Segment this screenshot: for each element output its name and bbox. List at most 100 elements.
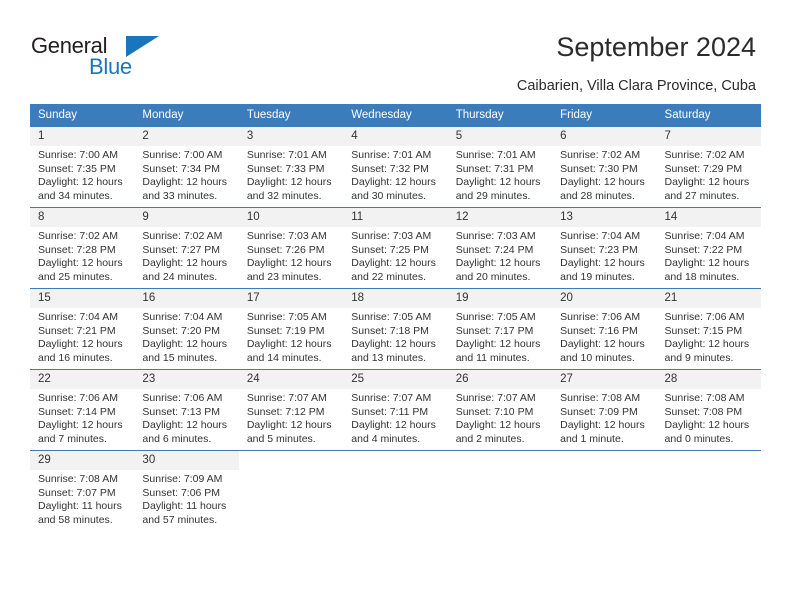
sunrise-text: Sunrise: 7:02 AM [142, 230, 223, 242]
day-info: Sunrise: 7:00 AM Sunset: 7:34 PM Dayligh… [134, 146, 238, 203]
day-number: 27 [552, 370, 657, 389]
day-number: 2 [134, 127, 239, 146]
day-cell[interactable]: 12 Sunrise: 7:03 AM Sunset: 7:24 PM Dayl… [447, 207, 553, 289]
day-cell[interactable]: 13 Sunrise: 7:04 AM Sunset: 7:23 PM Dayl… [552, 207, 657, 289]
sunset-text: Sunset: 7:06 PM [142, 486, 221, 499]
sunset-text: Sunset: 7:25 PM [351, 243, 429, 256]
sunrise-text: Sunrise: 7:06 AM [142, 392, 223, 404]
day-cell[interactable]: 10 Sunrise: 7:03 AM Sunset: 7:26 PM Dayl… [238, 207, 344, 289]
daylight-text-line2: and 58 minutes. [38, 513, 113, 526]
sunset-text: Sunset: 7:31 PM [455, 162, 534, 175]
day-number: 24 [238, 370, 344, 389]
page-title: September 2024 [556, 32, 756, 62]
sunrise-text: Sunrise: 7:06 AM [560, 311, 641, 323]
daylight-text-line1: Daylight: 12 hours [664, 176, 750, 189]
daylight-text-line1: Daylight: 12 hours [142, 419, 228, 432]
day-number [552, 451, 657, 470]
day-cell[interactable]: 28 Sunrise: 7:08 AM Sunset: 7:08 PM Dayl… [656, 369, 761, 451]
day-cell[interactable]: 15 Sunrise: 7:04 AM Sunset: 7:21 PM Dayl… [30, 288, 135, 370]
day-cell[interactable]: 19 Sunrise: 7:05 AM Sunset: 7:17 PM Dayl… [447, 288, 553, 370]
day-cell[interactable]: 18 Sunrise: 7:05 AM Sunset: 7:18 PM Dayl… [343, 288, 448, 370]
day-cell[interactable]: 26 Sunrise: 7:07 AM Sunset: 7:10 PM Dayl… [447, 369, 553, 451]
day-number: 29 [30, 451, 135, 470]
daylight-text-line2: and 19 minutes. [560, 270, 635, 283]
day-cell[interactable]: 14 Sunrise: 7:04 AM Sunset: 7:22 PM Dayl… [656, 207, 761, 289]
day-info: Sunrise: 7:01 AM Sunset: 7:32 PM Dayligh… [343, 146, 447, 203]
calendar-body: 1 Sunrise: 7:00 AM Sunset: 7:35 PM Dayli… [30, 126, 761, 531]
daylight-text-line2: and 27 minutes. [664, 189, 740, 202]
day-cell[interactable]: 11 Sunrise: 7:03 AM Sunset: 7:25 PM Dayl… [343, 207, 448, 289]
day-cell[interactable]: 17 Sunrise: 7:05 AM Sunset: 7:19 PM Dayl… [238, 288, 344, 370]
weekday-header-wednesday: Wednesday [343, 104, 448, 127]
day-cell[interactable]: 25 Sunrise: 7:07 AM Sunset: 7:11 PM Dayl… [343, 369, 448, 451]
sunset-text: Sunset: 7:18 PM [351, 324, 429, 337]
daylight-text-line1: Daylight: 12 hours [38, 419, 123, 432]
day-number: 23 [134, 370, 239, 389]
day-cell[interactable]: 16 Sunrise: 7:04 AM Sunset: 7:20 PM Dayl… [134, 288, 239, 370]
day-cell[interactable]: 29 Sunrise: 7:08 AM Sunset: 7:07 PM Dayl… [30, 450, 135, 531]
daylight-text-line1: Daylight: 12 hours [455, 338, 541, 351]
day-cell[interactable]: 20 Sunrise: 7:06 AM Sunset: 7:16 PM Dayl… [552, 288, 657, 370]
daylight-text-line2: and 0 minutes. [664, 432, 734, 445]
day-number: 4 [343, 127, 448, 146]
daylight-text-line1: Daylight: 12 hours [142, 338, 228, 351]
page-location: Caibarien, Villa Clara Province, Cuba [516, 78, 756, 94]
brand-logo[interactable]: General Blue [31, 33, 211, 85]
day-cell[interactable]: 5 Sunrise: 7:01 AM Sunset: 7:31 PM Dayli… [447, 126, 553, 208]
sunset-text: Sunset: 7:30 PM [560, 162, 638, 175]
sunrise-text: Sunrise: 7:00 AM [142, 149, 223, 161]
day-info: Sunrise: 7:05 AM Sunset: 7:18 PM Dayligh… [343, 308, 447, 365]
day-cell[interactable]: 22 Sunrise: 7:06 AM Sunset: 7:14 PM Dayl… [30, 369, 135, 451]
sunset-text: Sunset: 7:24 PM [455, 243, 534, 256]
day-cell-empty [447, 450, 553, 531]
sunset-text: Sunset: 7:34 PM [142, 162, 221, 175]
day-cell[interactable]: 23 Sunrise: 7:06 AM Sunset: 7:13 PM Dayl… [134, 369, 239, 451]
sunset-text: Sunset: 7:11 PM [351, 405, 429, 418]
sunrise-text: Sunrise: 7:08 AM [664, 392, 745, 404]
weekday-header-sunday: Sunday [30, 104, 135, 127]
sunrise-text: Sunrise: 7:04 AM [142, 311, 223, 323]
day-cell[interactable]: 3 Sunrise: 7:01 AM Sunset: 7:33 PM Dayli… [238, 126, 344, 208]
day-info: Sunrise: 7:02 AM Sunset: 7:28 PM Dayligh… [30, 227, 134, 284]
daylight-text-line2: and 16 minutes. [38, 351, 113, 364]
day-cell[interactable]: 6 Sunrise: 7:02 AM Sunset: 7:30 PM Dayli… [552, 126, 657, 208]
weekday-header-monday: Monday [134, 104, 239, 127]
sunrise-text: Sunrise: 7:06 AM [38, 392, 118, 404]
sunset-text: Sunset: 7:21 PM [38, 324, 116, 337]
day-info: Sunrise: 7:02 AM Sunset: 7:30 PM Dayligh… [552, 146, 656, 203]
daylight-text-line1: Daylight: 12 hours [351, 257, 436, 270]
sunrise-text: Sunrise: 7:01 AM [246, 149, 327, 161]
sunrise-text: Sunrise: 7:04 AM [38, 311, 118, 323]
day-number [447, 451, 553, 470]
day-cell[interactable]: 30 Sunrise: 7:09 AM Sunset: 7:06 PM Dayl… [134, 450, 239, 531]
day-cell[interactable]: 2 Sunrise: 7:00 AM Sunset: 7:34 PM Dayli… [134, 126, 239, 208]
day-info: Sunrise: 7:00 AM Sunset: 7:35 PM Dayligh… [30, 146, 134, 203]
daylight-text-line2: and 23 minutes. [246, 270, 322, 283]
day-cell[interactable]: 1 Sunrise: 7:00 AM Sunset: 7:35 PM Dayli… [30, 126, 135, 208]
day-number: 8 [30, 208, 135, 227]
daylight-text-line1: Daylight: 12 hours [38, 176, 123, 189]
day-cell[interactable]: 7 Sunrise: 7:02 AM Sunset: 7:29 PM Dayli… [656, 126, 761, 208]
sunset-text: Sunset: 7:09 PM [560, 405, 638, 418]
day-number: 20 [552, 289, 657, 308]
daylight-text-line2: and 5 minutes. [246, 432, 316, 445]
day-cell[interactable]: 8 Sunrise: 7:02 AM Sunset: 7:28 PM Dayli… [30, 207, 135, 289]
day-cell[interactable]: 24 Sunrise: 7:07 AM Sunset: 7:12 PM Dayl… [238, 369, 344, 451]
day-info: Sunrise: 7:06 AM Sunset: 7:16 PM Dayligh… [552, 308, 656, 365]
day-cell[interactable]: 21 Sunrise: 7:06 AM Sunset: 7:15 PM Dayl… [656, 288, 761, 370]
day-cell[interactable]: 27 Sunrise: 7:08 AM Sunset: 7:09 PM Dayl… [552, 369, 657, 451]
day-info: Sunrise: 7:01 AM Sunset: 7:33 PM Dayligh… [239, 146, 343, 203]
day-number: 22 [30, 370, 135, 389]
sunrise-text: Sunrise: 7:06 AM [664, 311, 745, 323]
sunrise-text: Sunrise: 7:08 AM [560, 392, 641, 404]
day-info: Sunrise: 7:03 AM Sunset: 7:25 PM Dayligh… [343, 227, 447, 284]
day-number: 11 [343, 208, 448, 227]
sunset-text: Sunset: 7:13 PM [142, 405, 221, 418]
daylight-text-line2: and 4 minutes. [351, 432, 421, 445]
daylight-text-line2: and 10 minutes. [560, 351, 635, 364]
sunrise-text: Sunrise: 7:05 AM [351, 311, 432, 323]
day-cell[interactable]: 9 Sunrise: 7:02 AM Sunset: 7:27 PM Dayli… [134, 207, 239, 289]
day-cell[interactable]: 4 Sunrise: 7:01 AM Sunset: 7:32 PM Dayli… [343, 126, 448, 208]
daylight-text-line2: and 28 minutes. [560, 189, 635, 202]
daylight-text-line2: and 11 minutes. [455, 351, 530, 364]
